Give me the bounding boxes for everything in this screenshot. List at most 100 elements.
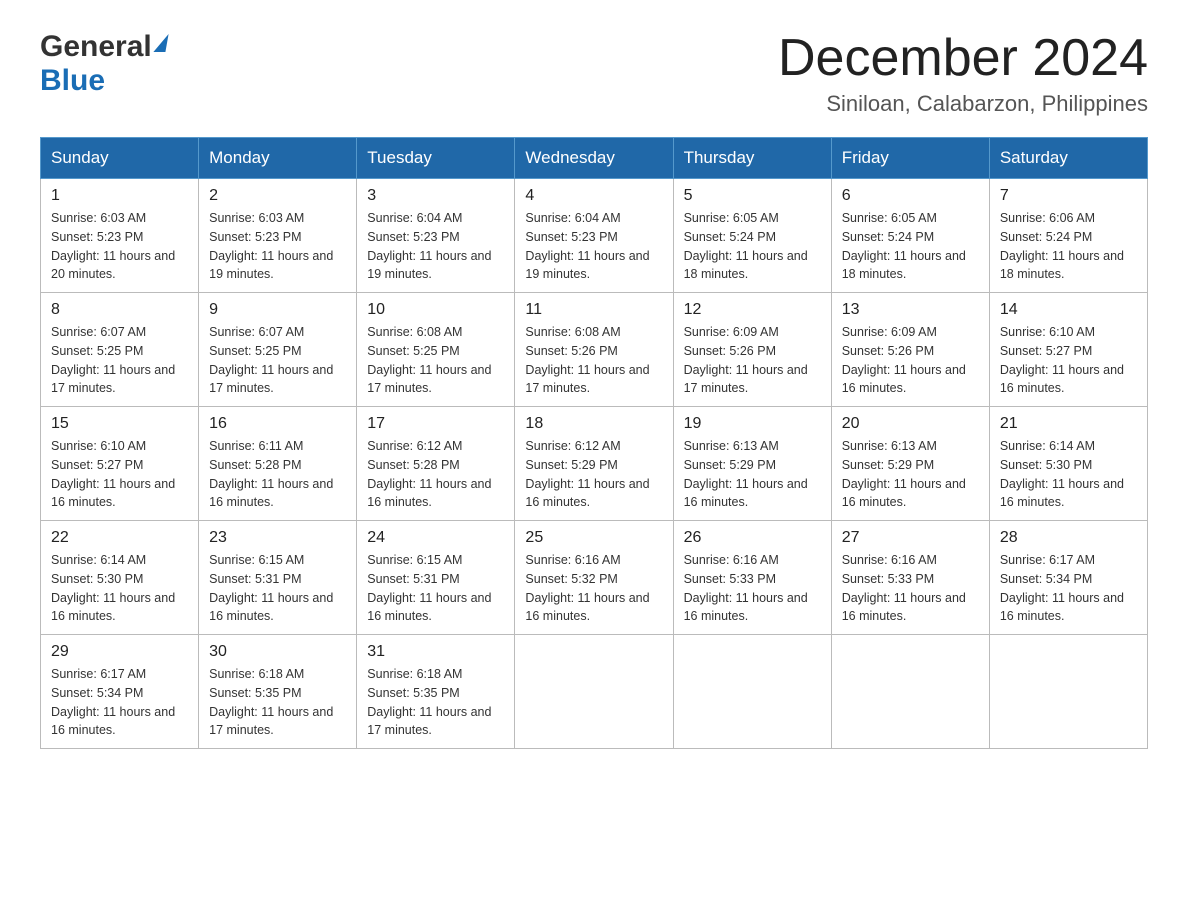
- day-number: 19: [684, 415, 821, 433]
- calendar-cell: [673, 635, 831, 749]
- calendar-cell: 26 Sunrise: 6:16 AMSunset: 5:33 PMDaylig…: [673, 521, 831, 635]
- day-info: Sunrise: 6:15 AMSunset: 5:31 PMDaylight:…: [209, 553, 333, 623]
- calendar-cell: [515, 635, 673, 749]
- day-info: Sunrise: 6:14 AMSunset: 5:30 PMDaylight:…: [1000, 439, 1124, 509]
- day-number: 5: [684, 187, 821, 205]
- logo: General Blue: [40, 30, 167, 98]
- calendar-cell: 18 Sunrise: 6:12 AMSunset: 5:29 PMDaylig…: [515, 407, 673, 521]
- day-info: Sunrise: 6:04 AMSunset: 5:23 PMDaylight:…: [525, 211, 649, 281]
- calendar-cell: 21 Sunrise: 6:14 AMSunset: 5:30 PMDaylig…: [989, 407, 1147, 521]
- calendar-week-row: 1 Sunrise: 6:03 AMSunset: 5:23 PMDayligh…: [41, 179, 1148, 293]
- weekday-header-monday: Monday: [199, 138, 357, 179]
- day-number: 2: [209, 187, 346, 205]
- day-number: 3: [367, 187, 504, 205]
- day-info: Sunrise: 6:10 AMSunset: 5:27 PMDaylight:…: [1000, 325, 1124, 395]
- day-number: 21: [1000, 415, 1137, 433]
- location-subtitle: Siniloan, Calabarzon, Philippines: [778, 91, 1148, 117]
- day-number: 31: [367, 643, 504, 661]
- day-info: Sunrise: 6:05 AMSunset: 5:24 PMDaylight:…: [842, 211, 966, 281]
- day-info: Sunrise: 6:03 AMSunset: 5:23 PMDaylight:…: [51, 211, 175, 281]
- day-number: 9: [209, 301, 346, 319]
- weekday-header-wednesday: Wednesday: [515, 138, 673, 179]
- calendar-cell: 10 Sunrise: 6:08 AMSunset: 5:25 PMDaylig…: [357, 293, 515, 407]
- day-info: Sunrise: 6:16 AMSunset: 5:33 PMDaylight:…: [684, 553, 808, 623]
- calendar-cell: 12 Sunrise: 6:09 AMSunset: 5:26 PMDaylig…: [673, 293, 831, 407]
- day-number: 15: [51, 415, 188, 433]
- calendar-cell: 14 Sunrise: 6:10 AMSunset: 5:27 PMDaylig…: [989, 293, 1147, 407]
- day-number: 12: [684, 301, 821, 319]
- day-info: Sunrise: 6:13 AMSunset: 5:29 PMDaylight:…: [842, 439, 966, 509]
- day-number: 25: [525, 529, 662, 547]
- day-info: Sunrise: 6:16 AMSunset: 5:32 PMDaylight:…: [525, 553, 649, 623]
- calendar-cell: 28 Sunrise: 6:17 AMSunset: 5:34 PMDaylig…: [989, 521, 1147, 635]
- day-info: Sunrise: 6:10 AMSunset: 5:27 PMDaylight:…: [51, 439, 175, 509]
- day-info: Sunrise: 6:17 AMSunset: 5:34 PMDaylight:…: [1000, 553, 1124, 623]
- day-info: Sunrise: 6:18 AMSunset: 5:35 PMDaylight:…: [367, 667, 491, 737]
- day-number: 4: [525, 187, 662, 205]
- calendar-cell: 11 Sunrise: 6:08 AMSunset: 5:26 PMDaylig…: [515, 293, 673, 407]
- logo-blue-text: Blue: [40, 64, 105, 97]
- calendar-cell: 13 Sunrise: 6:09 AMSunset: 5:26 PMDaylig…: [831, 293, 989, 407]
- day-info: Sunrise: 6:08 AMSunset: 5:26 PMDaylight:…: [525, 325, 649, 395]
- calendar-week-row: 8 Sunrise: 6:07 AMSunset: 5:25 PMDayligh…: [41, 293, 1148, 407]
- day-number: 20: [842, 415, 979, 433]
- day-info: Sunrise: 6:08 AMSunset: 5:25 PMDaylight:…: [367, 325, 491, 395]
- calendar-cell: 27 Sunrise: 6:16 AMSunset: 5:33 PMDaylig…: [831, 521, 989, 635]
- day-number: 1: [51, 187, 188, 205]
- calendar-cell: 31 Sunrise: 6:18 AMSunset: 5:35 PMDaylig…: [357, 635, 515, 749]
- day-info: Sunrise: 6:03 AMSunset: 5:23 PMDaylight:…: [209, 211, 333, 281]
- calendar-cell: 23 Sunrise: 6:15 AMSunset: 5:31 PMDaylig…: [199, 521, 357, 635]
- calendar-cell: 4 Sunrise: 6:04 AMSunset: 5:23 PMDayligh…: [515, 179, 673, 293]
- calendar-cell: 20 Sunrise: 6:13 AMSunset: 5:29 PMDaylig…: [831, 407, 989, 521]
- day-number: 16: [209, 415, 346, 433]
- calendar-cell: [989, 635, 1147, 749]
- day-number: 23: [209, 529, 346, 547]
- calendar-cell: 25 Sunrise: 6:16 AMSunset: 5:32 PMDaylig…: [515, 521, 673, 635]
- calendar-week-row: 29 Sunrise: 6:17 AMSunset: 5:34 PMDaylig…: [41, 635, 1148, 749]
- day-info: Sunrise: 6:12 AMSunset: 5:29 PMDaylight:…: [525, 439, 649, 509]
- calendar-cell: 8 Sunrise: 6:07 AMSunset: 5:25 PMDayligh…: [41, 293, 199, 407]
- day-number: 26: [684, 529, 821, 547]
- calendar-cell: 3 Sunrise: 6:04 AMSunset: 5:23 PMDayligh…: [357, 179, 515, 293]
- day-number: 18: [525, 415, 662, 433]
- calendar-cell: 5 Sunrise: 6:05 AMSunset: 5:24 PMDayligh…: [673, 179, 831, 293]
- calendar-cell: 24 Sunrise: 6:15 AMSunset: 5:31 PMDaylig…: [357, 521, 515, 635]
- calendar-cell: 30 Sunrise: 6:18 AMSunset: 5:35 PMDaylig…: [199, 635, 357, 749]
- day-number: 24: [367, 529, 504, 547]
- title-block: December 2024 Siniloan, Calabarzon, Phil…: [778, 30, 1148, 117]
- calendar-cell: 22 Sunrise: 6:14 AMSunset: 5:30 PMDaylig…: [41, 521, 199, 635]
- day-number: 6: [842, 187, 979, 205]
- day-info: Sunrise: 6:16 AMSunset: 5:33 PMDaylight:…: [842, 553, 966, 623]
- day-info: Sunrise: 6:04 AMSunset: 5:23 PMDaylight:…: [367, 211, 491, 281]
- day-info: Sunrise: 6:13 AMSunset: 5:29 PMDaylight:…: [684, 439, 808, 509]
- day-number: 11: [525, 301, 662, 319]
- day-number: 7: [1000, 187, 1137, 205]
- day-info: Sunrise: 6:17 AMSunset: 5:34 PMDaylight:…: [51, 667, 175, 737]
- day-number: 29: [51, 643, 188, 661]
- calendar-cell: 17 Sunrise: 6:12 AMSunset: 5:28 PMDaylig…: [357, 407, 515, 521]
- page-header: General Blue December 2024 Siniloan, Cal…: [40, 30, 1148, 117]
- day-info: Sunrise: 6:05 AMSunset: 5:24 PMDaylight:…: [684, 211, 808, 281]
- day-info: Sunrise: 6:07 AMSunset: 5:25 PMDaylight:…: [209, 325, 333, 395]
- calendar-cell: 1 Sunrise: 6:03 AMSunset: 5:23 PMDayligh…: [41, 179, 199, 293]
- month-title: December 2024: [778, 30, 1148, 87]
- day-info: Sunrise: 6:18 AMSunset: 5:35 PMDaylight:…: [209, 667, 333, 737]
- calendar-cell: 2 Sunrise: 6:03 AMSunset: 5:23 PMDayligh…: [199, 179, 357, 293]
- calendar-cell: 6 Sunrise: 6:05 AMSunset: 5:24 PMDayligh…: [831, 179, 989, 293]
- day-number: 14: [1000, 301, 1137, 319]
- calendar-week-row: 22 Sunrise: 6:14 AMSunset: 5:30 PMDaylig…: [41, 521, 1148, 635]
- weekday-header-saturday: Saturday: [989, 138, 1147, 179]
- day-number: 22: [51, 529, 188, 547]
- logo-general-text: General: [40, 30, 152, 64]
- day-number: 28: [1000, 529, 1137, 547]
- weekday-header-thursday: Thursday: [673, 138, 831, 179]
- day-info: Sunrise: 6:15 AMSunset: 5:31 PMDaylight:…: [367, 553, 491, 623]
- day-number: 8: [51, 301, 188, 319]
- calendar-cell: 15 Sunrise: 6:10 AMSunset: 5:27 PMDaylig…: [41, 407, 199, 521]
- day-info: Sunrise: 6:06 AMSunset: 5:24 PMDaylight:…: [1000, 211, 1124, 281]
- logo-triangle-icon: [153, 34, 168, 52]
- calendar-cell: [831, 635, 989, 749]
- day-number: 10: [367, 301, 504, 319]
- day-info: Sunrise: 6:09 AMSunset: 5:26 PMDaylight:…: [842, 325, 966, 395]
- calendar-cell: 29 Sunrise: 6:17 AMSunset: 5:34 PMDaylig…: [41, 635, 199, 749]
